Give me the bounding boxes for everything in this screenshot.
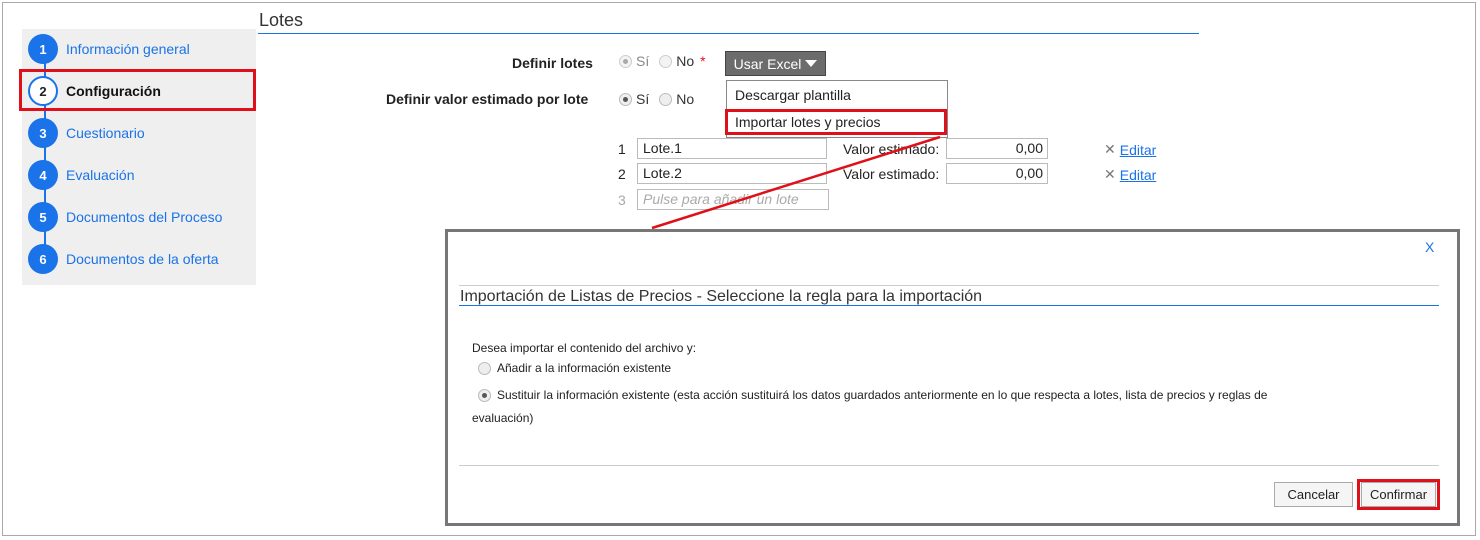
highlight-box-confirm [1357,479,1440,510]
option-sustituir[interactable]: Sustituir la información existente (esta… [478,388,1267,402]
dialog-footer-divider [459,465,1439,466]
cancel-button[interactable]: Cancelar [1274,482,1353,507]
dialog-title: Importación de Listas de Precios - Selec… [460,288,983,305]
option-sustituir-label: Sustituir la información existente (esta… [497,388,1268,402]
dialog-top-divider [459,285,1439,286]
option-anadir-radio[interactable] [478,361,491,375]
option-anadir-label: Añadir a la información existente [497,361,672,375]
option-sustituir-label-continuation: evaluación) [472,411,534,425]
dialog-close-button[interactable]: X [1425,239,1434,255]
dialog-question: Desea importar el contenido del archivo … [472,341,697,355]
dialog-title-divider [459,305,1439,306]
option-anadir[interactable]: Añadir a la información existente [478,361,671,375]
option-sustituir-radio[interactable] [478,388,491,402]
